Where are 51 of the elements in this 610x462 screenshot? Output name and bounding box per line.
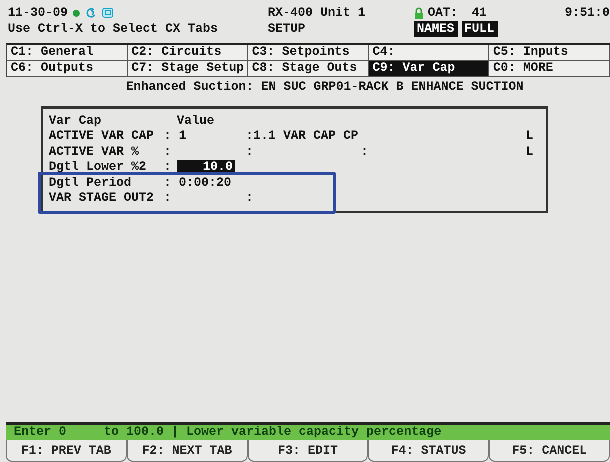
tab[interactable]: C9: Var Cap [368,61,490,77]
tab[interactable]: C6: Outputs [7,61,128,77]
network-icon [102,7,114,19]
section-title: Enhanced Suction: EN SUC GRP01-RACK B ENHANCE SUCTION [125,79,525,96]
function-key[interactable]: F3: EDIT [248,440,368,462]
tab[interactable]: C0: MORE [489,61,610,77]
lock-icon [414,6,424,20]
status-dot-icon [73,10,80,16]
reference-text: : [246,191,254,206]
tab[interactable]: C5: Inputs [489,45,610,61]
parameter-label: ACTIVE VAR CAP [49,129,156,144]
column-header: Value [177,114,216,128]
parameter-label: ACTIVE VAR % [49,144,140,159]
value-field[interactable]: 0:00:20 [177,176,235,190]
value-field[interactable]: 1 [177,129,235,144]
oat-value: 41 [472,6,488,20]
parameter-label: VAR STAGE OUT2 [49,191,156,206]
tab[interactable]: C1: General [7,45,128,61]
oat-label: OAT: [428,6,458,20]
parameter-label: Dgtl Period [49,176,133,190]
function-key[interactable]: F5: CANCEL [489,440,610,462]
flag-text: L [526,144,534,159]
swirl-icon [85,7,98,19]
column-header: Var Cap [49,114,103,128]
function-key[interactable]: F4: STATUS [368,440,490,462]
clock-text: 9:51:0 [564,6,610,20]
separator-text: : [164,191,172,206]
reference-text: :1.1 VAR CAP CP [246,129,359,144]
unit-title: RX-400 Unit 1 [267,6,367,20]
mode-badge: NAMES [414,21,458,37]
function-key[interactable]: F2: NEXT TAB [126,440,248,462]
tab[interactable]: C2: Circuits [128,45,248,61]
date-text: 11-30-09 [8,6,68,20]
flag-text: L [526,129,534,144]
tab[interactable]: C8: Stage Outs [248,61,369,77]
parameter-label: Dgtl Lower %2 [49,160,148,174]
function-key[interactable]: F1: PREV TAB [6,440,127,462]
mode-badge: FULL [462,21,498,37]
mode-text: SETUP [267,22,307,36]
separator-text: : [164,144,172,159]
separator-text: : [361,144,369,159]
status-bar: Enter 0 to 100.0 | Lower variable capacity percentage [6,422,610,440]
reference-text: : [246,144,254,159]
tab[interactable]: C3: Setpoints [248,45,369,61]
parameter-row[interactable]: VAR STAGE OUT2 : : [49,190,546,206]
separator-text: : [164,176,172,190]
separator-text: : [164,129,172,144]
tab[interactable]: C7: Stage Setup [128,61,248,77]
parameter-row[interactable]: ACTIVE VAR % : : : L [49,144,546,160]
separator-text: : [164,160,172,174]
hint-text: Use Ctrl-X to Select CX Tabs [8,22,218,36]
